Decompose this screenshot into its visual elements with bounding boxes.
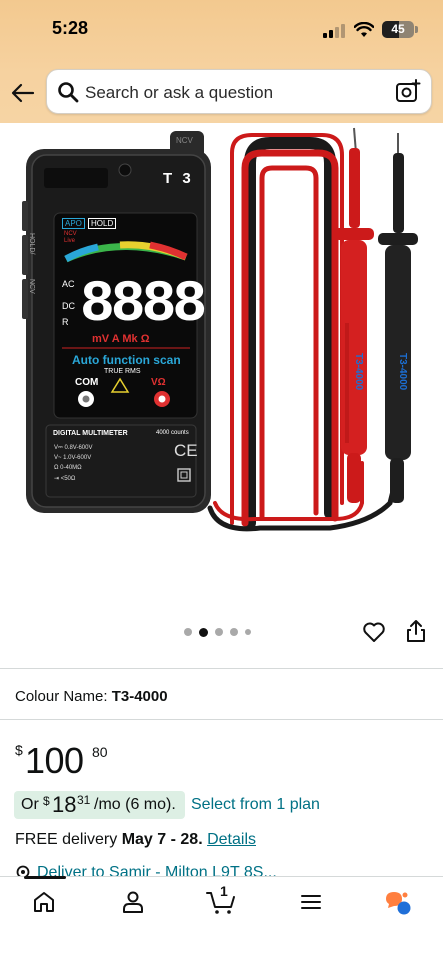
home-icon[interactable]: [31, 889, 57, 915]
select-plan-link[interactable]: Select from 1 plan: [191, 796, 320, 814]
home-indicator: [24, 876, 66, 879]
battery-icon: 45: [382, 21, 414, 38]
device-vo: VΩ: [151, 377, 166, 388]
svg-text:T3-4000: T3-4000: [353, 353, 364, 391]
device-ac: AC: [62, 279, 75, 289]
status-bar: 5:28 45: [0, 0, 443, 58]
share-icon[interactable]: [405, 619, 427, 643]
wifi-icon: [354, 22, 374, 37]
colour-label: Colour Name:: [15, 688, 108, 705]
divider: [0, 719, 443, 720]
plan-amount: 18: [52, 792, 77, 817]
device-brand: T 3: [163, 170, 194, 187]
device-cat: CATⅢ 600V: [113, 517, 127, 529]
device-spec-4: ⇥ <50Ω: [54, 476, 76, 482]
device-spec-1: V⎓ 0.8V-600V: [54, 445, 93, 451]
plan-symbol: $: [43, 794, 50, 808]
price-symbol: $: [15, 742, 23, 758]
heart-icon[interactable]: [362, 620, 386, 644]
account-icon[interactable]: [120, 889, 146, 915]
colour-name-row: Colour Name: T3-4000: [15, 688, 168, 705]
device-counts: 4000 counts: [156, 430, 189, 436]
battery-level: 45: [391, 22, 405, 36]
device-label: DIGITAL MULTIMETER: [53, 430, 128, 437]
camera-search-icon[interactable]: [395, 79, 421, 105]
battery-tip: [415, 26, 418, 33]
plan-cents: 31: [77, 793, 91, 807]
status-time: 5:28: [52, 18, 89, 38]
multimeter-illustration: T3-4000 T3-4000 8888: [22, 127, 418, 532]
search-bar[interactable]: Search or ask a question: [46, 69, 432, 114]
device-feature: Auto function scan: [72, 353, 181, 367]
carousel-dot-active[interactable]: [199, 627, 208, 637]
colour-value: T3-4000: [111, 688, 168, 705]
svg-text:8888: 8888: [80, 273, 204, 338]
carousel-dot[interactable]: [230, 628, 238, 636]
device-units: mV A Mk Ω: [92, 333, 150, 345]
carousel-dot[interactable]: [184, 628, 192, 636]
divider: [0, 668, 443, 669]
device-spec-3: Ω 0-40MΩ: [54, 465, 82, 471]
device-com: COM: [75, 377, 99, 388]
price-fraction: 80: [92, 744, 108, 760]
plan-suffix: /mo (6 mo).: [94, 796, 176, 813]
device-subfeature: TRUE RMS: [104, 368, 141, 375]
rufus-assistant-icon[interactable]: [383, 889, 413, 917]
delivery-info: FREE delivery May 7 - 28. Details: [15, 831, 256, 849]
device-ncv-tab: NCV: [176, 136, 193, 145]
carousel-dot[interactable]: [245, 629, 251, 635]
menu-icon[interactable]: [298, 889, 324, 915]
device-spec-2: V~ 1.0V-600V: [54, 455, 92, 461]
device-side-label-hold: HOLD/: [28, 233, 35, 255]
bottom-navigation: 1: [0, 876, 443, 960]
price-whole: 100: [25, 740, 84, 781]
delivery-date: May 7 - 28.: [121, 831, 203, 848]
search-input[interactable]: Search or ask a question: [85, 83, 273, 103]
delivery-details-link[interactable]: Details: [207, 831, 256, 848]
device-hold: HOLD: [88, 218, 117, 229]
cellular-signal-icon: [323, 24, 345, 38]
device-side-label-ncv: NCV: [28, 279, 35, 294]
device-r: R: [62, 317, 69, 327]
plan-prefix: Or: [21, 796, 39, 813]
device-ce: CE: [174, 441, 198, 460]
device-ncv-live: NCV Live: [64, 231, 77, 244]
back-arrow-icon[interactable]: [10, 80, 36, 106]
image-carousel-dots[interactable]: [184, 627, 251, 637]
svg-text:T3-4000: T3-4000: [397, 353, 408, 391]
search-icon: [58, 82, 79, 103]
device-dc: DC: [62, 301, 75, 311]
product-image[interactable]: T3-4000 T3-4000 8888 T 3 NCV APO HOLD NC…: [0, 123, 443, 613]
device-apo: APO: [62, 218, 85, 229]
delivery-prefix: FREE delivery: [15, 831, 118, 848]
carousel-dot[interactable]: [215, 628, 223, 636]
cart-count: 1: [220, 883, 228, 899]
